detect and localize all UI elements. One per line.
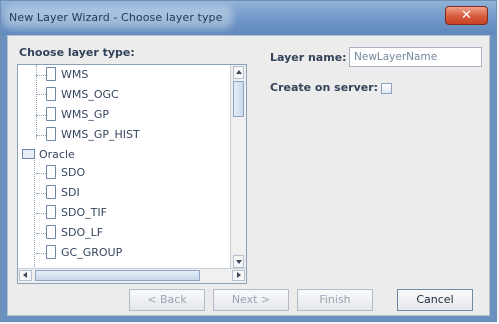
- layer-name-label: Layer name:: [270, 51, 347, 64]
- tree-connector: [36, 115, 46, 116]
- tree-item-sdo-lf[interactable]: SDO_LF: [46, 225, 103, 241]
- wizard-content: Choose layer type: WMS WMS_OGC WMS_GP WM…: [7, 35, 490, 316]
- scroll-up-icon[interactable]: [233, 66, 244, 79]
- tree-connector: [36, 253, 46, 254]
- tree-connector: [36, 135, 46, 136]
- scroll-right-icon[interactable]: [232, 270, 245, 281]
- back-button[interactable]: < Back: [129, 289, 205, 311]
- create-on-server-label: Create on server:: [270, 81, 379, 94]
- document-icon: [46, 127, 56, 141]
- tree-item-gc-group[interactable]: GC_GROUP: [46, 245, 122, 261]
- document-icon: [46, 165, 56, 179]
- finish-button[interactable]: Finish: [297, 289, 373, 311]
- wizard-buttons: < Back Next > Finish Cancel: [8, 281, 489, 315]
- tree-item-wms-ogc[interactable]: WMS_OGC: [46, 87, 119, 103]
- window-title: New Layer Wizard - Choose layer type: [9, 11, 223, 24]
- tree-connector: [36, 233, 46, 234]
- document-icon: [46, 87, 56, 101]
- tree-item-wms[interactable]: WMS: [46, 67, 88, 83]
- close-icon: ✕: [461, 8, 472, 23]
- wizard-window: New Layer Wizard - Choose layer type ✕ C…: [0, 0, 497, 322]
- document-icon: [46, 185, 56, 199]
- document-icon: [46, 107, 56, 121]
- scroll-left-icon[interactable]: [19, 270, 32, 281]
- document-icon: [46, 205, 56, 219]
- tree-item-wms-gp[interactable]: WMS_GP: [46, 107, 109, 123]
- layer-type-tree[interactable]: WMS WMS_OGC WMS_GP WMS_GP_HIST Oracle SD…: [17, 64, 247, 284]
- tree-item-oracle[interactable]: Oracle: [22, 147, 75, 163]
- cancel-button[interactable]: Cancel: [397, 289, 473, 311]
- tree-connector: [36, 193, 46, 194]
- layer-name-input[interactable]: [349, 47, 482, 67]
- tree-item-sdo-tif[interactable]: SDO_TIF: [46, 205, 107, 221]
- tree-connector: [36, 75, 46, 76]
- vertical-scroll-thumb[interactable]: [233, 81, 244, 117]
- document-icon: [46, 225, 56, 239]
- folder-icon: [22, 149, 35, 159]
- next-button[interactable]: Next >: [213, 289, 289, 311]
- create-on-server-checkbox[interactable]: [381, 83, 392, 94]
- choose-layer-type-label: Choose layer type:: [19, 46, 135, 59]
- tree-connector: [36, 173, 46, 174]
- tree-connector: [36, 94, 46, 95]
- tree-branch-line: [36, 65, 38, 139]
- close-button[interactable]: ✕: [445, 6, 488, 25]
- tree-connector: [36, 213, 46, 214]
- horizontal-scroll-thumb[interactable]: [35, 270, 200, 281]
- tree-item-sdi[interactable]: SDI: [46, 185, 80, 201]
- document-icon: [46, 245, 56, 259]
- tree-item-wms-gp-hist[interactable]: WMS_GP_HIST: [46, 127, 140, 143]
- tree-vertical-scrollbar[interactable]: [230, 65, 246, 269]
- tree-item-sdo[interactable]: SDO: [46, 165, 85, 181]
- scroll-down-icon[interactable]: [233, 255, 244, 268]
- document-icon: [46, 67, 56, 81]
- title-bar[interactable]: New Layer Wizard - Choose layer type ✕: [1, 1, 496, 35]
